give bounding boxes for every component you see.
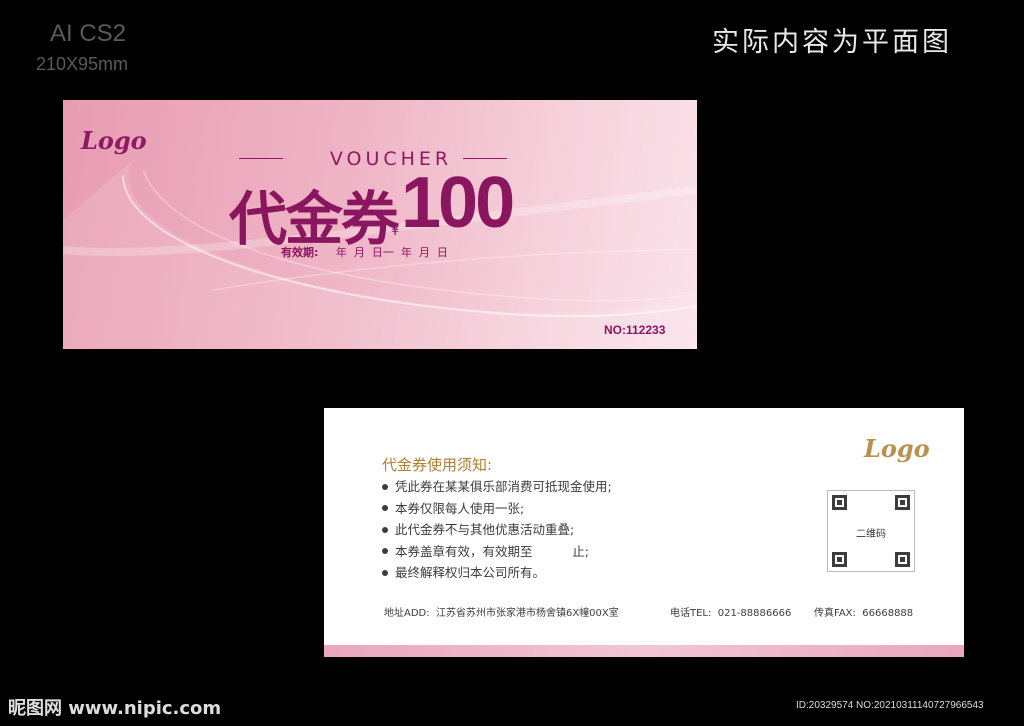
rule-item: 最终解释权归本公司所有。 — [382, 562, 612, 584]
top-note: 实际内容为平面图 — [712, 27, 952, 58]
validity-label: 有效期: — [281, 246, 319, 259]
bullet-icon — [382, 548, 388, 554]
qr-corner-icon — [832, 552, 847, 567]
rule-item: 凭此券在某某俱乐部消费可抵现金使用; — [382, 476, 612, 498]
phone: 电话TEL: 021-88886666 — [670, 608, 792, 619]
usage-rules: 凭此券在某某俱乐部消费可抵现金使用; 本券仅限每人使用一张; 此代金券不与其他优… — [382, 476, 612, 584]
qr-code-placeholder: 二维码 — [827, 490, 915, 572]
voucher-back: Logo 代金券使用须知: 凭此券在某某俱乐部消费可抵现金使用; 本券仅限每人使… — [324, 408, 964, 657]
address: 地址ADD: 江苏省苏州市张家港市杨舍镇6X幢00X室 — [384, 608, 619, 619]
serial-number: NO:112233 — [604, 323, 666, 337]
watermark-site: 昵图网 www.nipic.com — [8, 698, 222, 719]
rule-item: 此代金券不与其他优惠活动重叠; — [382, 519, 612, 541]
software-version: AI CS2 — [50, 20, 127, 47]
voucher-amount: 100 — [401, 163, 515, 243]
back-logo: Logo — [864, 434, 930, 463]
rule-item: 本券盖章有效，有效期至 止; — [382, 541, 612, 563]
watermark-id: ID:20329574 NO:20210311140727966543 — [796, 700, 984, 711]
voucher-right-line — [463, 158, 507, 159]
qr-label: 二维码 — [856, 529, 886, 540]
rule-item: 本券仅限每人使用一张; — [382, 498, 612, 520]
fax: 传真FAX: 66668888 — [814, 608, 914, 619]
validity-dates: 年 月 日一 年 月 日 — [335, 246, 448, 259]
bullet-icon — [382, 569, 388, 576]
front-logo: Logo — [81, 126, 147, 155]
qr-corner-icon — [895, 495, 910, 510]
qr-corner-icon — [895, 552, 910, 567]
usage-notes-title: 代金券使用须知: — [382, 456, 493, 474]
bullet-icon — [382, 526, 388, 533]
print-size: 210X95mm — [36, 54, 129, 74]
voucher-front: Logo VOUCHER 代金券 ¥ 100 有效期: 年 月 日一 年 月 日… — [63, 100, 697, 349]
bullet-icon — [382, 505, 388, 511]
qr-corner-icon — [832, 495, 847, 510]
validity: 有效期: 年 月 日一 年 月 日 — [281, 244, 448, 260]
bullet-icon — [382, 483, 388, 490]
bottom-strip — [324, 645, 964, 657]
currency-symbol: ¥ — [391, 224, 400, 239]
